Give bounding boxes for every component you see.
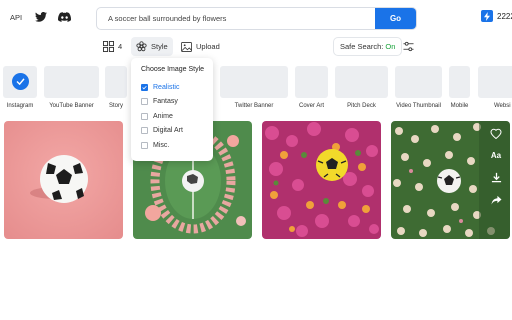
format-cover-art[interactable]: Cover Art [295,66,328,109]
format-thumb [295,66,328,98]
checkbox-icon[interactable] [141,112,148,120]
format-youtube-banner[interactable]: YouTube Banner [44,66,99,109]
like-button[interactable] [489,126,503,141]
top-bar: API Go 2222 [0,0,512,38]
grid-count-button[interactable]: 4 [98,37,127,56]
style-dropdown-title: Choose Image Style [141,66,205,73]
format-label: Cover Art [298,103,324,109]
upload-label: Upload [196,42,220,51]
sliders-icon [402,41,414,51]
safe-search-value: On [385,42,396,51]
format-label: Story [108,103,123,109]
checkbox-icon[interactable] [141,141,148,149]
style-option-digital-art[interactable]: Digital Art [141,124,213,139]
generated-image [262,121,381,239]
format-label: Pitch Deck [347,103,376,109]
download-icon [491,172,501,183]
credits-count: 2222 [497,11,512,21]
format-twitter-banner[interactable]: Twitter Banner [220,66,288,109]
grid-icon [103,41,114,52]
style-option-misc[interactable]: Misc. [141,138,213,153]
credits-badge[interactable]: 2222 [481,10,512,22]
format-label: Mobile [450,103,469,109]
style-button[interactable]: Style [131,37,173,56]
format-thumb [478,66,512,98]
safe-search-label: Safe Search: [340,42,384,51]
go-button[interactable]: Go [375,8,416,29]
style-option-label: Anime [153,112,173,120]
format-label: Instagram [6,103,34,109]
format-thumb [335,66,388,98]
style-option-label: Digital Art [153,127,183,135]
safe-search-toggle[interactable]: Safe Search: On [333,37,403,56]
format-mobile[interactable]: Mobile [449,66,470,109]
text-style-button[interactable]: Aa [489,148,503,163]
style-option-label: Realistic [153,83,180,91]
bolt-icon [481,10,493,22]
api-link[interactable]: API [4,8,28,26]
format-thumb [220,66,288,98]
share-icon [491,195,501,205]
share-button[interactable] [489,192,503,207]
download-button[interactable] [489,170,503,185]
style-option-anime[interactable]: Anime [141,109,213,124]
search-input[interactable] [97,8,377,29]
check-icon [11,73,29,90]
twitter-icon [35,12,47,22]
image-icon [181,41,192,52]
twitter-link[interactable] [31,7,51,27]
style-dropdown: Choose Image Style Realistic Fantasy Ani… [131,58,213,161]
checkbox-icon[interactable] [141,98,148,106]
image-actions: Aa [485,126,507,207]
format-thumb [44,66,99,98]
style-option-label: Misc. [153,141,170,149]
style-option-fantasy[interactable]: Fantasy [141,95,213,110]
style-option-label: Fantasy [153,98,178,106]
discord-icon [57,12,71,22]
format-instagram[interactable]: Instagram [3,66,37,109]
format-story[interactable]: Story [105,66,127,109]
format-pitch-deck[interactable]: Pitch Deck [335,66,388,109]
result-image-1[interactable] [4,121,123,239]
format-thumb [105,66,127,98]
flower-icon [136,41,147,52]
grid-count-label: 4 [118,42,123,51]
style-option-realistic[interactable]: Realistic [141,80,213,95]
generated-image [4,121,123,239]
format-thumb [449,66,470,98]
discord-link[interactable] [54,7,74,27]
format-video-thumbnail[interactable]: Video Thumbnail [395,66,442,109]
format-label: Websi [494,103,511,109]
filter-button[interactable] [400,38,416,54]
result-image-3[interactable] [262,121,381,239]
format-thumb [395,66,442,98]
heart-icon [490,128,502,139]
format-label: Twitter Banner [234,103,274,109]
checkbox-icon[interactable] [141,127,148,135]
format-label: YouTube Banner [49,103,94,109]
text-style-label: Aa [490,151,502,160]
checkbox-checked-icon[interactable] [141,83,148,91]
search-bar: Go [96,7,417,30]
format-label: Video Thumbnail [396,103,441,109]
upload-button[interactable]: Upload [176,37,225,56]
style-label: Style [151,42,168,51]
format-thumb [3,66,37,98]
format-website[interactable]: Websi [478,66,512,109]
